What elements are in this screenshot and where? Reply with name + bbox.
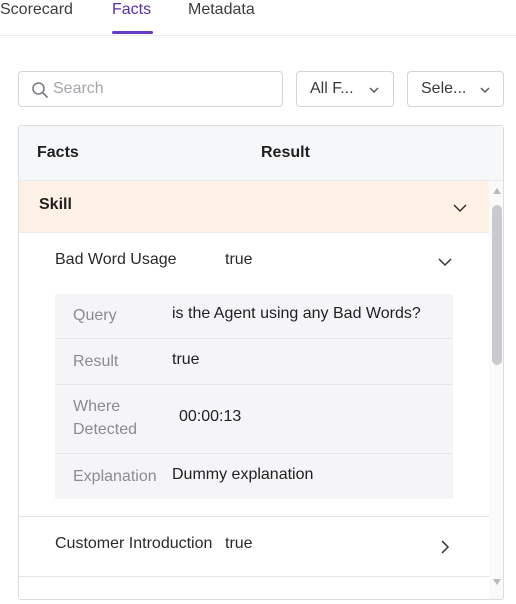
select-filter-dropdown[interactable]: Sele... (407, 71, 504, 107)
chevron-down-icon[interactable] (452, 200, 468, 216)
detail-label: Query (73, 307, 117, 324)
column-header-facts: Facts (37, 144, 79, 161)
group-label: Skill (39, 196, 72, 213)
select-filter-label: Sele... (421, 80, 467, 97)
search-icon (32, 82, 48, 98)
fact-name: Customer Introduction (55, 535, 213, 552)
group-row-skill[interactable]: Skill (19, 181, 489, 233)
detail-label: Result (73, 353, 119, 370)
chevron-down-icon[interactable] (437, 254, 453, 270)
chevron-down-icon (369, 87, 379, 93)
table-header: Facts Result (19, 126, 503, 181)
facts-filter-dropdown[interactable]: All F... (296, 71, 394, 107)
scroll-up-arrow-icon[interactable] (493, 188, 501, 194)
row-divider (19, 576, 489, 577)
detail-label: Where Detected (73, 398, 138, 438)
detail-value: is the Agent using any Bad Words? (172, 305, 421, 322)
active-tab-indicator (112, 31, 153, 34)
detail-row-where-detected: Where Detected 00:00:13 (55, 385, 453, 454)
fact-detail-panel: Query is the Agent using any Bad Words? … (55, 294, 453, 499)
tab-metadata[interactable]: Metadata (188, 0, 255, 20)
tab-bar: Scorecard Facts Metadata (0, 0, 516, 36)
scrollbar[interactable] (489, 181, 503, 599)
column-header-result: Result (261, 144, 310, 161)
fact-row-customer-introduction[interactable]: Customer Introduction true (19, 517, 489, 577)
facts-table: Facts Result Skill Bad Word Usage true Q… (18, 125, 504, 600)
detail-row-result: Result true (55, 339, 453, 385)
facts-filter-label: All F... (310, 80, 354, 97)
chevron-right-icon[interactable] (437, 539, 453, 555)
fact-result: true (225, 535, 253, 552)
scrollbar-thumb[interactable] (492, 205, 502, 365)
detail-label: Explanation (73, 468, 157, 485)
tab-scorecard[interactable]: Scorecard (0, 0, 73, 20)
detail-value: 00:00:13 (179, 408, 242, 425)
detail-value: true (172, 351, 200, 368)
fact-name: Bad Word Usage (55, 251, 177, 268)
fact-row-bad-word-usage[interactable]: Bad Word Usage true (19, 233, 489, 293)
search-box[interactable] (18, 71, 283, 107)
fact-result: true (225, 251, 253, 268)
search-input[interactable] (53, 73, 278, 105)
chevron-down-icon (480, 87, 490, 93)
detail-row-query: Query is the Agent using any Bad Words? (55, 294, 453, 339)
detail-row-explanation: Explanation Dummy explanation (55, 454, 453, 499)
tab-facts[interactable]: Facts (112, 0, 151, 20)
detail-value: Dummy explanation (172, 466, 314, 483)
scroll-down-arrow-icon[interactable] (493, 579, 501, 585)
